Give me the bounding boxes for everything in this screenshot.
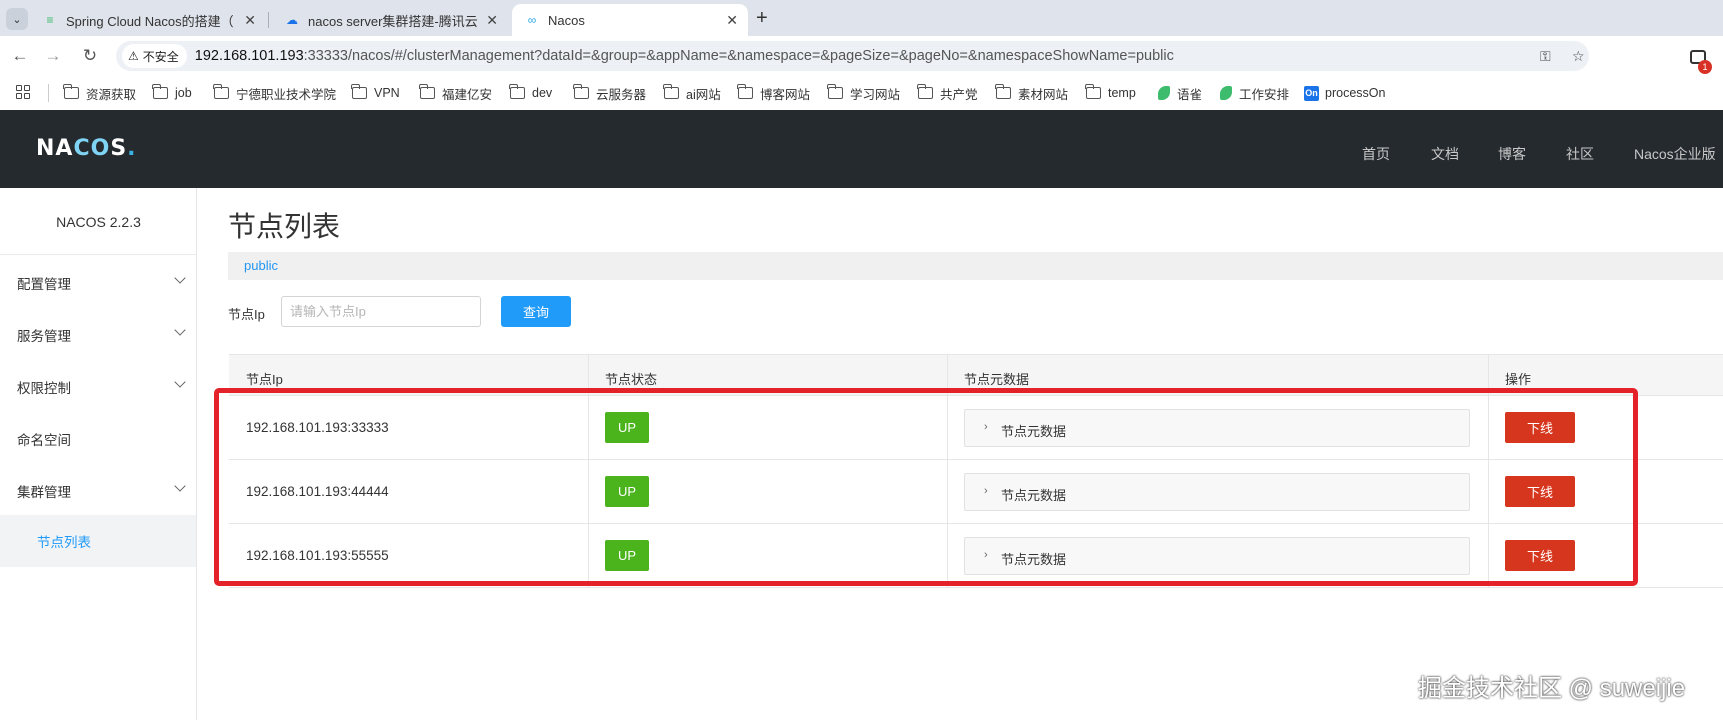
bookmarks-bar: 资源获取 job 宁德职业技术学院 VPN 福建亿安 dev 云服务器 ai网站… (0, 76, 1723, 110)
folder-icon (213, 84, 229, 99)
sidebar-divider (0, 254, 197, 255)
bookmark-folder[interactable]: VPN (351, 84, 400, 102)
sidebar-item-auth[interactable]: 权限控制 (0, 362, 196, 412)
sidebar-item-node-list[interactable]: 节点列表 (0, 515, 196, 567)
cloud-icon: ☁ (286, 13, 298, 27)
folder-icon (995, 84, 1011, 99)
folder-icon (737, 84, 753, 99)
annotation-highlight-box (214, 388, 1638, 586)
apps-grid-icon[interactable] (16, 85, 30, 99)
bookmark-folder[interactable]: 云服务器 (573, 84, 646, 102)
node-ip-input[interactable] (281, 296, 481, 327)
namespace-bar: public (228, 252, 1723, 280)
password-key-icon[interactable]: ⚿ (1540, 48, 1551, 65)
nav-blog-link[interactable]: 博客 (1498, 144, 1526, 164)
yuque-icon (1158, 86, 1170, 100)
chevron-down-icon (174, 376, 186, 388)
bookmark-folder[interactable]: job (152, 84, 192, 102)
page-title: 节点列表 (228, 211, 341, 242)
browser-tab-nacos[interactable]: ∞ Nacos ✕ (512, 4, 748, 36)
tab-search-button[interactable]: ⌄ (6, 8, 28, 30)
bookmark-link[interactable]: 语雀 (1158, 84, 1202, 102)
nacos-logo[interactable]: NACOS. (36, 136, 137, 161)
sidebar-item-service[interactable]: 服务管理 (0, 310, 196, 360)
chevron-down-icon (174, 272, 186, 284)
doc-edit-icon: ≡ (46, 13, 54, 27)
browser-toolbar: ← → ↻ ⚠ 不安全 192.168.101.193:33333/nacos/… (0, 36, 1723, 76)
nav-docs-link[interactable]: 文档 (1431, 144, 1459, 164)
bookmark-link[interactable]: 工作安排 (1220, 84, 1289, 102)
folder-icon (419, 84, 435, 99)
query-button[interactable]: 查询 (501, 296, 571, 327)
browser-tab-strip: ⌄ ≡ Spring Cloud Nacos的搭建（ ✕ ☁ nacos ser… (0, 0, 1723, 36)
url-text[interactable]: 192.168.101.193:33333/nacos/#/clusterMan… (195, 48, 1174, 64)
bookmark-folder[interactable]: 素材网站 (995, 84, 1068, 102)
chevron-down-icon (174, 480, 186, 492)
chevron-down-icon: ⌄ (12, 13, 22, 26)
nav-community-link[interactable]: 社区 (1566, 144, 1594, 164)
folder-icon (917, 84, 933, 99)
infinity-icon: ∞ (527, 13, 537, 27)
folder-icon (663, 84, 679, 99)
close-icon[interactable]: ✕ (244, 12, 256, 29)
nav-enterprise-link[interactable]: Nacos企业版 (1634, 144, 1716, 164)
folder-icon (509, 84, 525, 99)
forward-button[interactable]: → (41, 44, 65, 68)
chevron-down-icon (174, 324, 186, 336)
processon-icon: On (1304, 85, 1319, 101)
sidebar-item-cluster[interactable]: 集群管理 (0, 466, 196, 516)
yuque-icon (1220, 86, 1232, 100)
bookmark-folder[interactable]: 学习网站 (827, 84, 900, 102)
bookmark-folder[interactable]: 宁德职业技术学院 (213, 84, 336, 102)
sidebar: NACOS 2.2.3 配置管理 服务管理 权限控制 命名空间 集群管理 节点列… (0, 188, 197, 720)
tab-separator (268, 12, 269, 28)
bookmark-folder[interactable]: temp (1085, 84, 1136, 102)
bookmark-folder[interactable]: dev (509, 84, 552, 102)
folder-icon (63, 84, 79, 99)
sidebar-item-namespace[interactable]: 命名空间 (0, 414, 196, 464)
address-bar[interactable]: ⚠ 不安全 192.168.101.193:33333/nacos/#/clus… (116, 41, 1589, 71)
watermark: 掘金技术社区 @ suweijie (1418, 675, 1686, 702)
bookmark-folder[interactable]: 福建亿安 (419, 84, 492, 102)
reload-button[interactable]: ↻ (78, 44, 102, 68)
bookmark-star-icon[interactable]: ☆ (1572, 48, 1585, 65)
extension-badge: 1 (1698, 60, 1712, 74)
bookmark-folder[interactable]: 博客网站 (737, 84, 810, 102)
folder-icon (351, 84, 367, 99)
bookmark-link[interactable]: On processOn (1304, 84, 1385, 102)
folder-icon (573, 84, 589, 99)
security-chip[interactable]: ⚠ 不安全 (122, 44, 187, 68)
bookmark-folder[interactable]: 资源获取 (63, 84, 136, 102)
column-header-status: 节点状态 (605, 372, 658, 387)
node-ip-label: 节点Ip (228, 307, 265, 322)
column-header-action: 操作 (1505, 372, 1532, 387)
bookmark-folder[interactable]: 共产党 (917, 84, 978, 102)
column-header-metadata: 节点元数据 (964, 372, 1030, 387)
folder-icon (152, 84, 168, 99)
close-icon[interactable]: ✕ (486, 12, 498, 29)
warning-icon: ⚠ (128, 49, 139, 63)
column-header-ip: 节点Ip (246, 372, 283, 387)
sidebar-item-config[interactable]: 配置管理 (0, 258, 196, 308)
namespace-link[interactable]: public (244, 258, 278, 273)
close-icon[interactable]: ✕ (726, 12, 738, 29)
folder-icon (827, 84, 843, 99)
folder-icon (1085, 84, 1101, 99)
browser-tab-spring-cloud[interactable]: ≡ Spring Cloud Nacos的搭建（ ✕ (30, 4, 266, 36)
browser-tab-tencent-cloud[interactable]: ☁ nacos server集群搭建-腾讯云 ✕ (272, 4, 508, 36)
version-label: NACOS 2.2.3 (56, 214, 141, 230)
back-button[interactable]: ← (8, 44, 32, 68)
bookmark-folder[interactable]: ai网站 (663, 84, 721, 102)
bookmark-separator (48, 84, 49, 102)
new-tab-button[interactable]: + (756, 8, 768, 28)
nacos-header: NACOS. 首页 文档 博客 社区 Nacos企业版 (0, 110, 1723, 188)
nav-home-link[interactable]: 首页 (1362, 144, 1390, 164)
